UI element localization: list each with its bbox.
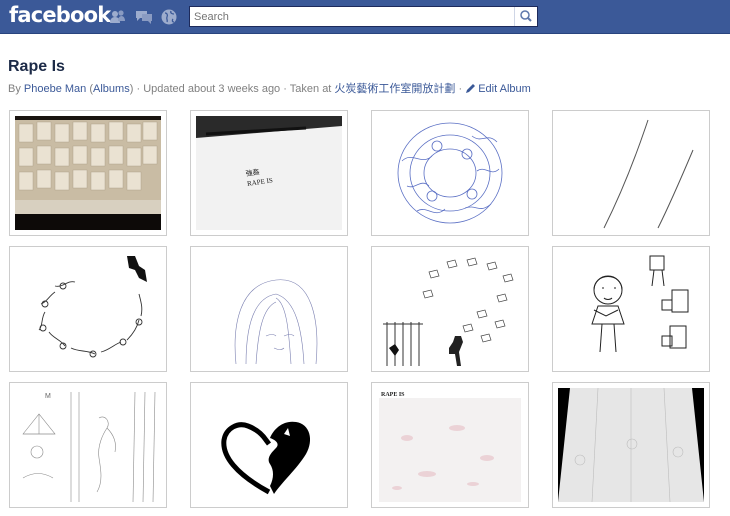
search-box [189,6,538,27]
location-link[interactable]: 火炭藝術工作室開放計劃 [334,83,455,95]
photo-thumbnail-3[interactable] [371,110,529,236]
crying-girl-drawing [558,252,704,366]
search-magnifier-icon [520,10,532,22]
photo-thumbnail-2[interactable]: 強姦RAPE IS [190,110,348,236]
pencil-icon [466,84,476,93]
pink-texture-page: RAPE IS [377,388,523,502]
prison-bars-drawing [377,252,523,366]
notifications-globe-icon[interactable] [160,8,178,26]
photo-thumbnail-10[interactable] [190,382,348,508]
broken-heart-drawing [196,388,342,502]
author-link[interactable]: Phoebe Man [24,83,86,95]
photo-thumbnail-5[interactable] [9,246,167,372]
exhibition-wall-photo [15,116,161,230]
photo-thumbnail-1[interactable] [9,110,167,236]
friend-requests-icon[interactable] [109,8,127,26]
photo-thumbnail-6[interactable] [190,246,348,372]
album-title: Rape Is [8,58,65,75]
blue-figures-circle-drawing [377,116,523,230]
albums-link[interactable]: Albums [93,83,130,95]
two-lines-sketch [558,116,704,230]
sketch-letter: M [45,393,51,400]
pencil-diagram-sketch: M [15,388,161,502]
photo-thumbnail-8[interactable] [552,246,710,372]
album-meta: By Phoebe Man (Albums) · Updated about 3… [8,83,531,95]
girl-hair-sketch [196,252,342,366]
search-input[interactable] [190,7,520,26]
by-prefix: By [8,83,24,95]
top-bar: facebook [0,0,730,34]
page-heading: RAPE IS [381,392,405,398]
facebook-logo[interactable]: facebook [9,3,111,27]
messages-icon[interactable] [135,8,153,26]
photo-thumbnail-9[interactable]: M [9,382,167,508]
photo-thumbnail-4[interactable] [552,110,710,236]
updated-text: Updated about 3 weeks ago [143,83,281,95]
translucent-scroll-photo [558,388,704,502]
search-button[interactable] [514,7,537,26]
photo-thumbnail-12[interactable] [552,382,710,508]
figures-circle-drawing [15,252,161,366]
photo-thumbnail-11[interactable]: RAPE IS [371,382,529,508]
photo-thumbnail-7[interactable] [371,246,529,372]
rape-is-card-photo: 強姦RAPE IS [196,116,342,230]
taken-prefix: Taken at [289,83,335,95]
edit-album-link[interactable]: Edit Album [465,83,531,95]
